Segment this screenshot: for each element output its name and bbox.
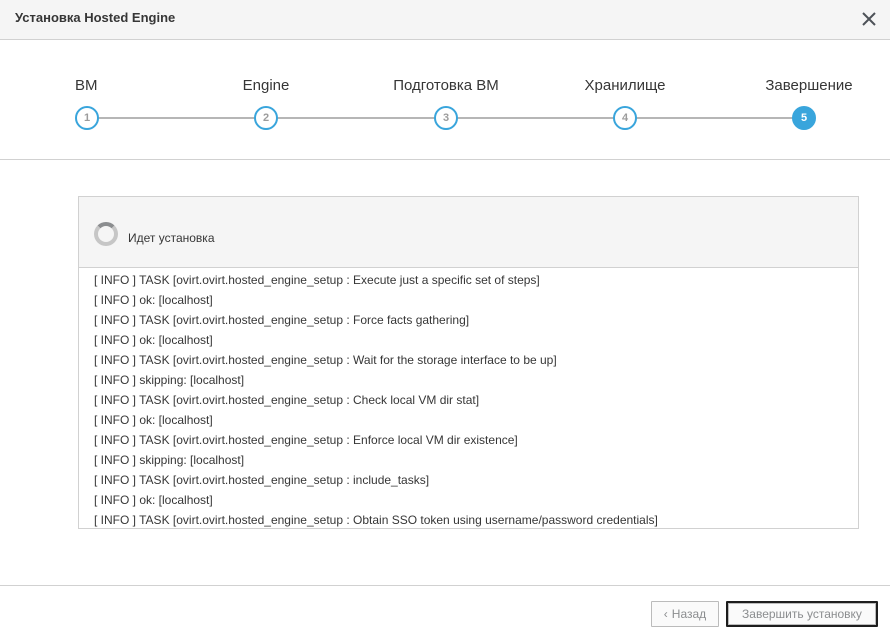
progress-panel: Идет установка [ INFO ] TASK [ovirt.ovir… xyxy=(78,196,859,529)
close-icon[interactable] xyxy=(860,6,878,30)
log-line: [ INFO ] ok: [localhost] xyxy=(94,333,213,347)
log-line: [ INFO ] skipping: [localhost] xyxy=(94,453,245,467)
log-line: [ INFO ] TASK [ovirt.ovirt.hosted_engine… xyxy=(94,513,658,527)
wizard-step-vm[interactable]: ВМ 1 xyxy=(7,40,167,160)
wizard-step-label: Engine xyxy=(242,77,290,94)
log-line: [ INFO ] ok: [localhost] xyxy=(94,293,213,307)
progress-status: Идет установка xyxy=(128,231,215,245)
wizard-step-storage[interactable]: Хранилище 4 xyxy=(545,40,705,160)
finish-button-label: Завершить установку xyxy=(742,607,862,621)
log-line: [ INFO ] skipping: [localhost] xyxy=(94,373,245,387)
log-line: [ INFO ] TASK [ovirt.ovirt.hosted_engine… xyxy=(94,273,540,287)
log-line: [ INFO ] TASK [ovirt.ovirt.hosted_engine… xyxy=(94,393,480,407)
log-output[interactable]: [ INFO ] TASK [ovirt.ovirt.hosted_engine… xyxy=(79,269,858,528)
wizard-step-number: 2 xyxy=(254,106,278,130)
finish-install-button[interactable]: Завершить установку xyxy=(726,601,878,627)
wizard-step-number: 3 xyxy=(434,106,458,130)
wizard-step-label: ВМ xyxy=(75,77,98,94)
back-button-label: Назад xyxy=(671,607,707,621)
progress-header: Идет установка xyxy=(79,197,858,268)
log-line: [ INFO ] TASK [ovirt.ovirt.hosted_engine… xyxy=(94,433,518,447)
wizard-step-label: Подготовка ВМ xyxy=(393,77,499,94)
log-line: [ INFO ] ok: [localhost] xyxy=(94,413,213,427)
chevron-left-icon: ‹ xyxy=(663,607,668,621)
wizard-step-label: Завершение xyxy=(765,77,853,94)
back-button[interactable]: ‹ Назад xyxy=(651,601,719,627)
dialog-header: Установка Hosted Engine xyxy=(0,0,890,40)
log-line: [ INFO ] TASK [ovirt.ovirt.hosted_engine… xyxy=(94,313,470,327)
log-line: [ INFO ] TASK [ovirt.ovirt.hosted_engine… xyxy=(94,353,557,367)
log-line: [ INFO ] ok: [localhost] xyxy=(94,493,213,507)
wizard-step-number: 4 xyxy=(613,106,637,130)
dialog-footer: ‹ Назад Завершить установку xyxy=(0,585,890,636)
wizard-steps: ВМ 1 Engine 2 Подготовка ВМ 3 Хранилище … xyxy=(0,40,890,160)
wizard-step-vm-prep[interactable]: Подготовка ВМ 3 xyxy=(366,40,526,160)
wizard-step-label: Хранилище xyxy=(584,77,666,94)
log-line: [ INFO ] TASK [ovirt.ovirt.hosted_engine… xyxy=(94,473,430,487)
wizard-step-number: 1 xyxy=(75,106,99,130)
wizard-step-engine[interactable]: Engine 2 xyxy=(186,40,346,160)
wizard-step-finish[interactable]: Завершение 5 xyxy=(724,40,884,160)
wizard-step-number: 5 xyxy=(792,106,816,130)
spinner-icon xyxy=(94,222,118,246)
dialog-title: Установка Hosted Engine xyxy=(15,10,176,25)
